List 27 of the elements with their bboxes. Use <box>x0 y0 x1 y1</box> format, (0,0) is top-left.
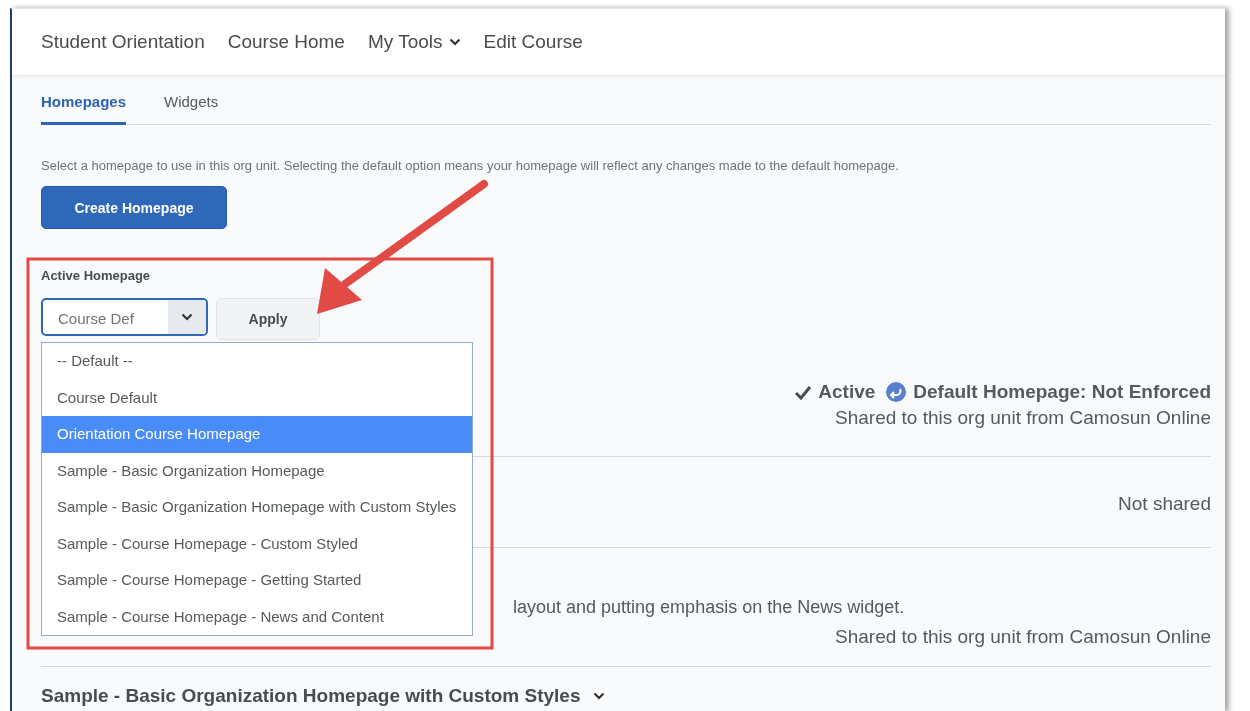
nav-link[interactable]: Edit Course <box>483 31 583 53</box>
dropdown-option[interactable]: -- Default -- <box>42 343 472 380</box>
sharing-status: Shared to this org unit from Camosun Online <box>835 407 1211 429</box>
tab[interactable]: Widgets <box>164 93 219 125</box>
create-homepage-button[interactable]: Create Homepage <box>41 186 227 229</box>
active-label: Active <box>818 381 876 403</box>
field-label: Active Homepage <box>41 268 152 283</box>
sharing-status: Not shared <box>1118 493 1211 515</box>
instruction-text: Select a homepage to use in this org unit. Selecting the default option means your homepage will reflect any changes made to the default homepage. <box>41 158 900 173</box>
dropdown-option[interactable]: Sample - Course Homepage - Custom Styled <box>42 525 472 562</box>
dropdown-option[interactable]: Sample - Basic Organization Homepage with Custom Styles <box>42 489 472 526</box>
nav-link[interactable]: Student Orientation <box>41 31 205 53</box>
dropdown-option[interactable]: Sample - Course Homepage - Getting Started <box>42 562 472 599</box>
dropdown-option[interactable]: Sample - Course Homepage - News and Content <box>42 598 472 635</box>
chevron-down-icon <box>592 692 605 700</box>
tab[interactable]: Homepages <box>41 93 127 125</box>
default-status: Default Homepage: Not Enforced <box>913 381 1211 403</box>
homepage-title-link[interactable]: Sample - Basic Organization Homepage with Custom Styles <box>41 685 581 707</box>
nav-link[interactable]: Course Home <box>227 31 345 53</box>
nav-menu-link[interactable]: My Tools <box>367 31 443 53</box>
homepage-description: layout and putting emphasis on the News widget. <box>513 597 905 618</box>
chevron-down-icon <box>181 313 193 321</box>
homepage-select[interactable]: Course Def <box>41 298 208 336</box>
apply-button[interactable]: Apply <box>216 298 320 340</box>
dropdown-option[interactable]: Sample - Basic Organization Homepage <box>42 452 472 489</box>
dropdown-option[interactable]: Course Default <box>42 379 472 416</box>
sharing-status: Shared to this org unit from Camosun Online <box>835 626 1211 648</box>
